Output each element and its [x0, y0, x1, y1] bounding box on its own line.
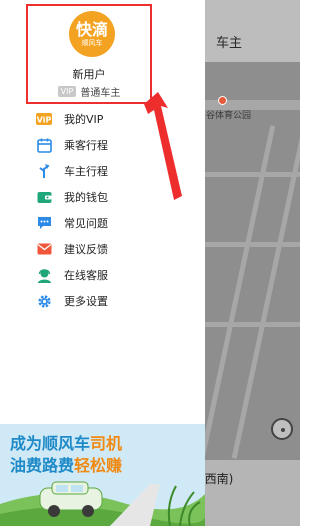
calendar-icon: [36, 137, 52, 153]
banner-headline-2: 油费路费轻松赚: [10, 452, 122, 476]
menu-item-faq[interactable]: 常见问题: [36, 210, 196, 236]
map-header: [205, 0, 300, 62]
agent-icon: [36, 267, 52, 283]
mail-icon: [36, 241, 52, 257]
member-level: 普通车主: [80, 88, 121, 99]
menu-label: 常见问题: [64, 217, 108, 230]
poi-marker-icon[interactable]: [218, 96, 227, 105]
profile-section[interactable]: 快滴 顺风车 新用户 VIP 普通车主: [26, 4, 152, 104]
chat-icon: [36, 215, 52, 231]
menu-item-feedback[interactable]: 建议反馈: [36, 236, 196, 262]
wallet-icon: [36, 189, 52, 205]
menu-label: 更多设置: [64, 295, 108, 308]
map-title: 车主: [216, 36, 243, 51]
menu-item-settings[interactable]: 更多设置: [36, 288, 196, 314]
logo-main-text: 快滴: [75, 19, 108, 39]
banner-text: 油费路费: [10, 456, 75, 475]
logo-sub-text: 顺风车: [81, 38, 103, 47]
poi-label: 谷体育公园: [206, 111, 252, 121]
menu-label: 我的钱包: [64, 191, 108, 204]
banner-text: 成为顺风车: [10, 434, 91, 453]
menu-label: 乘客行程: [64, 139, 108, 152]
svg-text:ViP: ViP: [37, 116, 52, 125]
banner-highlight: 司机: [90, 434, 123, 453]
banner-headline-1: 成为顺风车司机: [10, 430, 122, 454]
menu-item-online-service[interactable]: 在线客服: [36, 262, 196, 288]
menu-label: 建议反馈: [64, 243, 108, 256]
promo-banner[interactable]: 成为顺风车司机 油费路费轻松赚: [0, 424, 205, 526]
locate-icon[interactable]: [271, 418, 293, 440]
map-area[interactable]: [205, 62, 300, 460]
vip-icon: ViP: [36, 111, 52, 127]
username: 新用户: [72, 68, 106, 81]
app-logo: 快滴 顺风车: [69, 11, 115, 57]
member-row: VIP 普通车主: [28, 84, 150, 99]
banner-highlight: 轻松赚: [74, 456, 123, 475]
gear-icon: [36, 293, 52, 309]
menu-label: 车主行程: [64, 165, 108, 178]
menu-label: 我的VIP: [64, 113, 104, 126]
bottom-location-text: (西南): [200, 472, 234, 486]
side-drawer: 快滴 顺风车 新用户 VIP 普通车主 ViP 我的VIP 乘客行程 车主行程: [0, 0, 205, 526]
callout-arrow-icon: [144, 92, 182, 200]
route-icon: [36, 163, 52, 179]
menu-label: 在线客服: [64, 269, 108, 282]
vip-badge: VIP: [57, 86, 77, 97]
